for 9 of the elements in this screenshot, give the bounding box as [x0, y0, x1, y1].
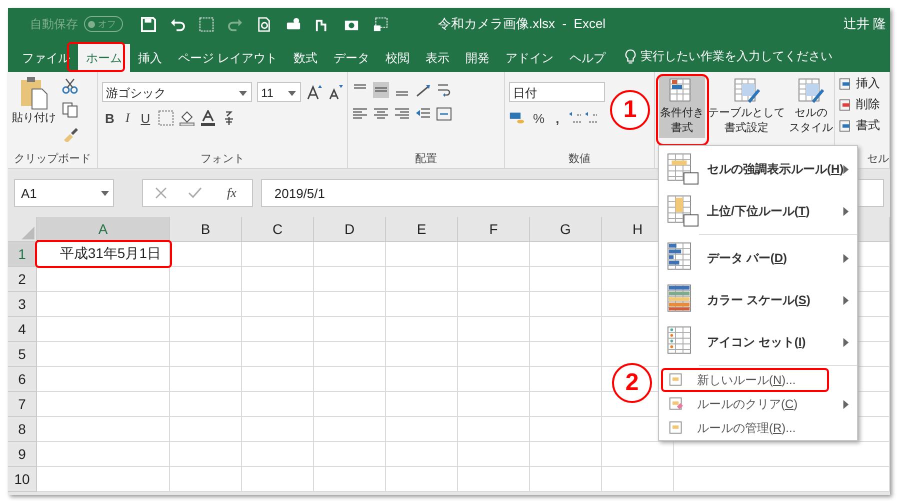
group-label: フォント	[200, 152, 246, 166]
autosave-label: 自動保存	[30, 16, 78, 32]
group-label: クリップボード	[13, 152, 92, 166]
user-name: 辻井 隆	[843, 15, 886, 33]
window-title: 令和カメラ画像.xlsx - Excel	[438, 15, 606, 33]
group-label: セル	[866, 152, 889, 166]
table-cell: 平成31年5月1日	[37, 242, 170, 267]
group-label: 配置	[414, 152, 438, 166]
group-label: 数値	[568, 152, 592, 166]
